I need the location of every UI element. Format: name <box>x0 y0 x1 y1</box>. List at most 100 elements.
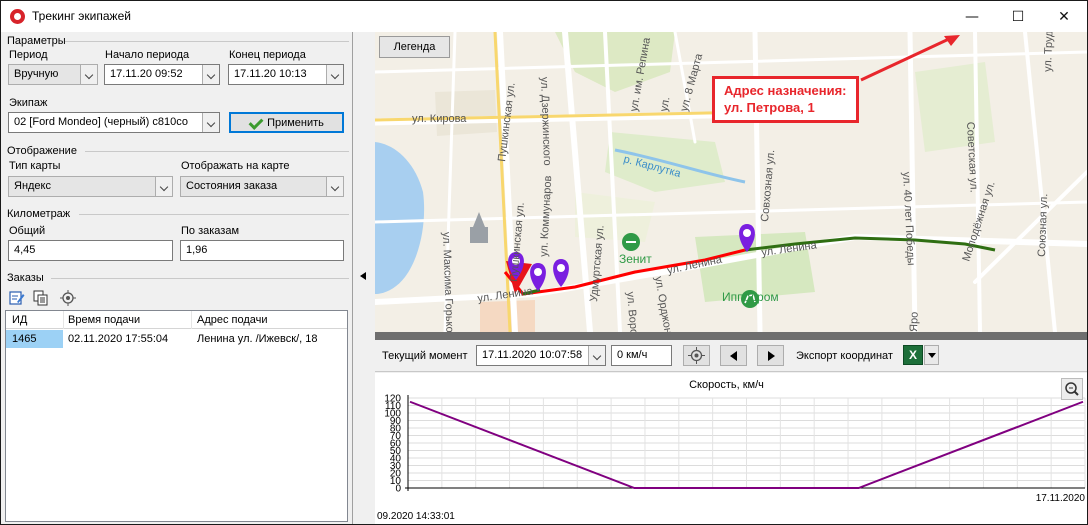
period-select[interactable]: Вручную <box>8 64 98 85</box>
show-on-map-value: Состояния заказа <box>186 180 278 192</box>
current-moment-picker[interactable]: 17.11.2020 10:07:58 <box>476 345 606 366</box>
legend-button[interactable]: Легенда <box>379 36 450 58</box>
order-time: 02.11.2020 17:55:04 <box>68 333 169 345</box>
x-end-label: 17.11.2020 <box>1036 493 1086 504</box>
callout-address: ул. Петрова, 1 <box>724 100 815 115</box>
street-label: Яро <box>908 312 921 332</box>
zoom-button[interactable] <box>1061 378 1083 400</box>
street-label: ул. Воровского <box>624 291 643 332</box>
order-marker-icon[interactable] <box>530 263 546 291</box>
maximize-icon[interactable]: ☐ <box>995 1 1041 32</box>
end-date-picker[interactable]: 17.11.20 10:13 <box>228 64 344 85</box>
x-start-label: 09.2020 14:33:01 <box>377 511 455 522</box>
export-label: Экспорт координат <box>796 350 893 362</box>
chevron-down-icon[interactable] <box>80 65 97 84</box>
mileage-group-label: Километраж <box>7 208 71 220</box>
checkmark-icon <box>249 118 263 128</box>
playback-toolbar: Текущий момент 17.11.2020 10:07:58 0 км/… <box>375 340 1087 372</box>
total-mileage-label: Общий <box>9 225 46 237</box>
speed-field[interactable]: 0 км/ч <box>611 345 672 366</box>
column-header-address[interactable]: Адрес подачи <box>197 314 268 326</box>
show-on-map-select[interactable]: Состояния заказа <box>180 176 344 197</box>
poi-label: Ипподром <box>722 290 779 304</box>
map-chart-splitter[interactable] <box>375 332 1087 340</box>
orders-group-label: Заказы <box>7 272 44 284</box>
street-label: Союзная ул. <box>1036 193 1050 257</box>
orders-table: ИД Время подачи Адрес подачи 1465 02.11.… <box>5 310 348 522</box>
excel-icon[interactable]: X <box>903 345 923 365</box>
chevron-down-icon[interactable] <box>202 65 219 84</box>
copy-order-icon[interactable] <box>33 290 49 306</box>
crew-value: 02 [Ford Mondeo] (черный) с810со <box>14 116 188 128</box>
street-label: ул. Кирова <box>412 113 467 125</box>
chart-title: Скорость, км/ч <box>689 379 764 391</box>
map-view[interactable]: ул. Кирова Пушкинская ул. Пушкинская ул.… <box>375 32 1087 332</box>
street-label: Советская ул. <box>964 122 980 193</box>
apply-button[interactable]: Применить <box>229 112 344 133</box>
chevron-down-icon[interactable] <box>588 346 605 365</box>
y-tick-label: 120 <box>384 394 401 405</box>
crew-label: Экипаж <box>9 97 48 109</box>
arrow-left-icon <box>730 351 737 361</box>
green-area <box>915 62 995 152</box>
total-mileage-field[interactable]: 4,45 <box>8 240 173 261</box>
start-date-picker[interactable]: 17.11.20 09:52 <box>104 64 220 85</box>
street-label: ул. 8 Марта <box>678 52 705 113</box>
period-value: Вручную <box>14 68 59 80</box>
left-panel: Параметры Период Начало периода Конец пе… <box>1 32 353 524</box>
table-header: ИД Время подачи Адрес подачи <box>6 311 347 329</box>
locate-order-icon[interactable] <box>60 290 76 306</box>
divider <box>51 278 349 279</box>
crosshair-icon <box>688 347 705 364</box>
chevron-down-icon[interactable] <box>155 177 172 196</box>
chevron-down-icon[interactable] <box>326 65 343 84</box>
crew-select[interactable]: 02 [Ford Mondeo] (черный) с810со <box>8 112 220 133</box>
current-moment-label: Текущий момент <box>382 350 468 362</box>
export-dropdown-button[interactable] <box>924 345 939 365</box>
chevron-down-icon[interactable] <box>326 177 343 196</box>
center-vehicle-button[interactable] <box>683 345 710 366</box>
divider <box>65 41 349 42</box>
destination-callout: Адрес назначения: ул. Петрова, 1 <box>712 76 859 123</box>
start-value: 17.11.20 09:52 <box>110 68 183 80</box>
street-label: ул. Труда <box>1042 32 1056 72</box>
orders-mileage-field[interactable]: 1,96 <box>180 240 344 261</box>
divider <box>85 151 349 152</box>
column-header-id[interactable]: ИД <box>12 314 27 326</box>
column-header-time[interactable]: Время подачи <box>68 314 140 326</box>
show-on-map-label: Отображать на карте <box>181 160 290 172</box>
column-separator[interactable] <box>191 311 192 329</box>
order-id: 1465 <box>12 333 37 345</box>
step-back-button[interactable] <box>720 345 747 366</box>
close-icon[interactable]: ✕ <box>1041 1 1087 32</box>
display-group-label: Отображение <box>7 145 77 157</box>
street-label: ул. Орджоникидзе <box>652 275 680 332</box>
column-separator[interactable] <box>63 311 64 329</box>
church-icon <box>470 212 488 243</box>
apply-label: Применить <box>267 116 324 129</box>
title-bar: Трекинг экипажей — ☐ ✕ <box>1 1 1087 32</box>
period-label: Период <box>9 49 48 61</box>
map-type-select[interactable]: Яндекс <box>8 176 173 197</box>
stadium-icon <box>622 233 640 251</box>
pond-water <box>375 142 425 294</box>
arrow-right-icon <box>768 351 775 361</box>
window-title: Трекинг экипажей <box>32 9 131 23</box>
street-label: ул. Максима Горького <box>440 232 456 332</box>
collapse-arrow-icon[interactable] <box>360 272 366 280</box>
table-row[interactable]: 1465 02.11.2020 17:55:04 Ленина ул. /Иже… <box>6 330 347 348</box>
poi-label: Зенит <box>619 252 652 266</box>
panel-splitter[interactable] <box>353 32 375 524</box>
minimize-icon[interactable]: — <box>949 1 995 32</box>
start-label: Начало периода <box>105 49 190 61</box>
edit-order-icon[interactable] <box>9 290 25 306</box>
callout-title: Адрес назначения: <box>724 83 847 98</box>
speed-chart: Скорость, км/ч 0 10 20 30 40 50 60 70 80 90 100 110 1… <box>375 373 1087 524</box>
map-type-label: Тип карты <box>9 160 61 172</box>
end-label: Конец периода <box>229 49 306 61</box>
step-forward-button[interactable] <box>757 345 784 366</box>
chevron-down-icon[interactable] <box>202 113 219 132</box>
green-area <box>555 32 675 92</box>
street-label: ул. <box>658 96 672 113</box>
order-marker-icon[interactable] <box>553 259 569 287</box>
